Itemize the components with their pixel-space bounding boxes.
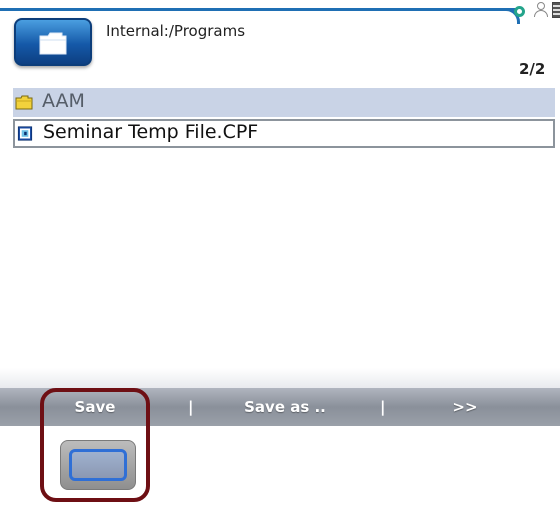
softkey-band: [0, 368, 560, 388]
softkey-separator: |: [380, 398, 386, 416]
list-item-folder[interactable]: AAM: [13, 88, 555, 117]
search-icon[interactable]: [514, 6, 525, 17]
program-file-icon: [17, 126, 33, 141]
list-item-label: Seminar Temp File.CPF: [43, 121, 259, 143]
more-softkey[interactable]: >>: [400, 388, 530, 426]
list-item-file-selected[interactable]: Seminar Temp File.CPF: [13, 119, 555, 148]
save-highlight-annotation: [40, 388, 150, 502]
battery-icon: [552, 2, 560, 18]
softkey-separator: |: [188, 398, 194, 416]
save-as-softkey[interactable]: Save as ..: [200, 388, 370, 426]
person-icon: [534, 2, 548, 18]
folder-button[interactable]: [14, 18, 92, 66]
current-path: Internal:/Programs: [106, 22, 246, 40]
list-item-label: AAM: [42, 90, 85, 112]
status-icons: [510, 0, 560, 34]
page-count: 2/2: [519, 60, 546, 78]
folder-icon: [39, 32, 67, 55]
folder-icon: [15, 95, 33, 110]
title-bar-line: [0, 8, 518, 11]
